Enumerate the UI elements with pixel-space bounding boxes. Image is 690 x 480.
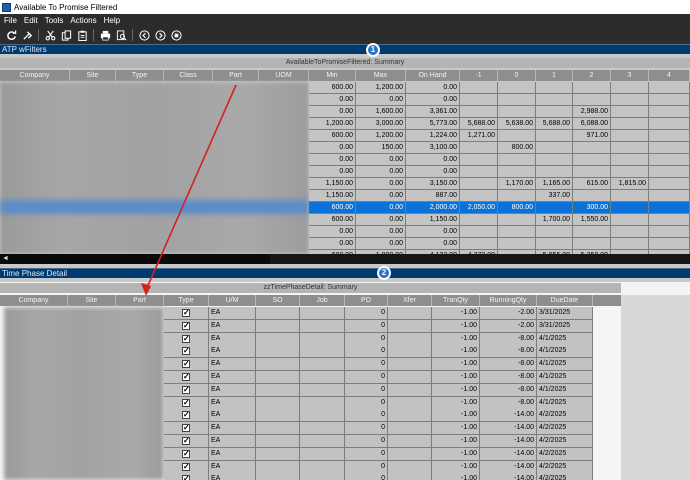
- annotation-arrow-head: [141, 283, 151, 296]
- annotation-arrow-line: [145, 84, 237, 291]
- annotation-arrow: [141, 84, 237, 296]
